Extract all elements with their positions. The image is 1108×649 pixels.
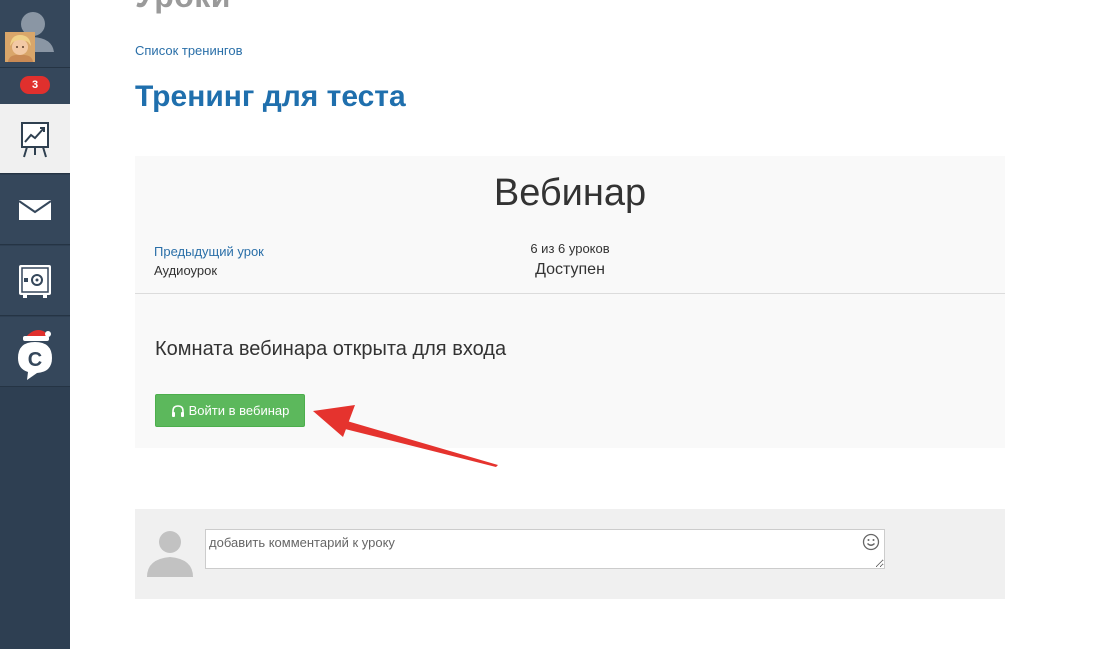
comment-section (135, 509, 1005, 599)
sidebar: 3 C (0, 0, 70, 649)
join-webinar-label: Войти в вебинар (188, 403, 290, 418)
safe-icon (19, 264, 51, 298)
lesson-card: Вебинар Предыдущий урок Аудиоурок 6 из 6… (135, 156, 1005, 448)
sidebar-item-chat[interactable]: C (0, 317, 70, 387)
lesson-status: Доступен (535, 261, 605, 278)
svg-text:C: C (28, 349, 42, 371)
previous-lesson-link[interactable]: Предыдущий урок (154, 244, 264, 259)
annotation-arrow-icon (313, 405, 498, 467)
lesson-title: Вебинар (493, 172, 647, 214)
chat-c-icon: C (18, 329, 52, 380)
previous-lesson-name: Аудиоурок (154, 263, 218, 278)
emoji-icon[interactable] (862, 533, 880, 551)
notification-badge[interactable]: 3 (20, 76, 50, 94)
avatar[interactable] (5, 32, 35, 62)
sidebar-item-safe[interactable] (0, 246, 70, 316)
divider (135, 293, 1005, 294)
notifications-row[interactable]: 3 (0, 68, 70, 104)
training-title: Тренинг для теста (135, 80, 406, 113)
join-webinar-button[interactable]: Войти в вебинар (155, 394, 305, 427)
mail-icon (18, 199, 52, 220)
page-heading: Уроки (135, 0, 231, 15)
profile-block[interactable] (0, 0, 70, 68)
comment-input[interactable] (205, 529, 885, 569)
webinar-room-status: Комната вебинара открыта для входа (155, 338, 507, 360)
breadcrumb[interactable]: Список тренингов (135, 43, 243, 58)
user-avatar-icon (147, 531, 193, 577)
lesson-progress: 6 из 6 уроков (530, 241, 610, 256)
sidebar-item-mail[interactable] (0, 175, 70, 245)
sidebar-item-trainings[interactable] (0, 104, 70, 174)
headphones-icon (171, 404, 185, 418)
training-icon (21, 121, 49, 157)
